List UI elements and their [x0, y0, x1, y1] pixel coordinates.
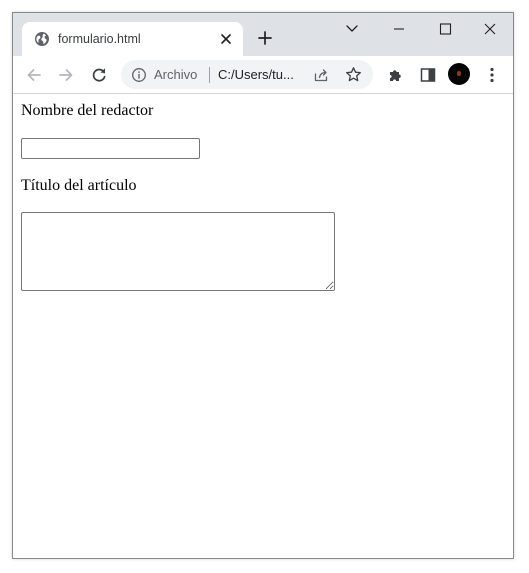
avatar-image: [457, 71, 461, 76]
writer-name-label: Nombre del redactor: [21, 102, 154, 119]
tab-title: formulario.html: [58, 32, 141, 46]
address-url[interactable]: C:/Users/tu...: [218, 67, 294, 83]
new-tab-icon[interactable]: [256, 29, 274, 47]
minimize-icon[interactable]: [386, 19, 412, 39]
share-icon[interactable]: [313, 67, 329, 83]
globe-icon: [34, 31, 50, 47]
menu-kebab-icon[interactable]: [482, 65, 502, 85]
article-title-textarea[interactable]: [21, 212, 335, 291]
reload-icon[interactable]: [89, 65, 109, 85]
browser-toolbar: Archivo C:/Users/tu...: [13, 56, 513, 94]
writer-name-input[interactable]: [21, 138, 200, 159]
page-content: Nombre del redactor Título del artículo: [13, 94, 513, 558]
bookmark-star-icon[interactable]: [345, 66, 362, 83]
tab-formulario[interactable]: formulario.html: [22, 22, 243, 56]
tab-strip: formulario.html: [13, 13, 513, 56]
extensions-puzzle-icon[interactable]: [386, 65, 406, 85]
forward-arrow-icon[interactable]: [56, 65, 76, 85]
address-bar[interactable]: Archivo C:/Users/tu...: [121, 60, 373, 89]
tab-close-icon[interactable]: [218, 31, 234, 47]
maximize-icon[interactable]: [432, 19, 458, 39]
address-divider: [209, 67, 210, 83]
browser-window: formulario.html Archivo C:/Users/tu... N…: [12, 12, 514, 559]
side-panel-icon[interactable]: [418, 65, 438, 85]
close-window-icon[interactable]: [477, 19, 503, 39]
tab-search-chevron-down-icon[interactable]: [339, 19, 365, 39]
article-title-label: Título del artículo: [21, 177, 137, 194]
address-scheme-label: Archivo: [154, 67, 198, 82]
profile-avatar[interactable]: [448, 63, 470, 85]
info-icon[interactable]: [131, 67, 147, 83]
back-arrow-icon[interactable]: [24, 65, 44, 85]
